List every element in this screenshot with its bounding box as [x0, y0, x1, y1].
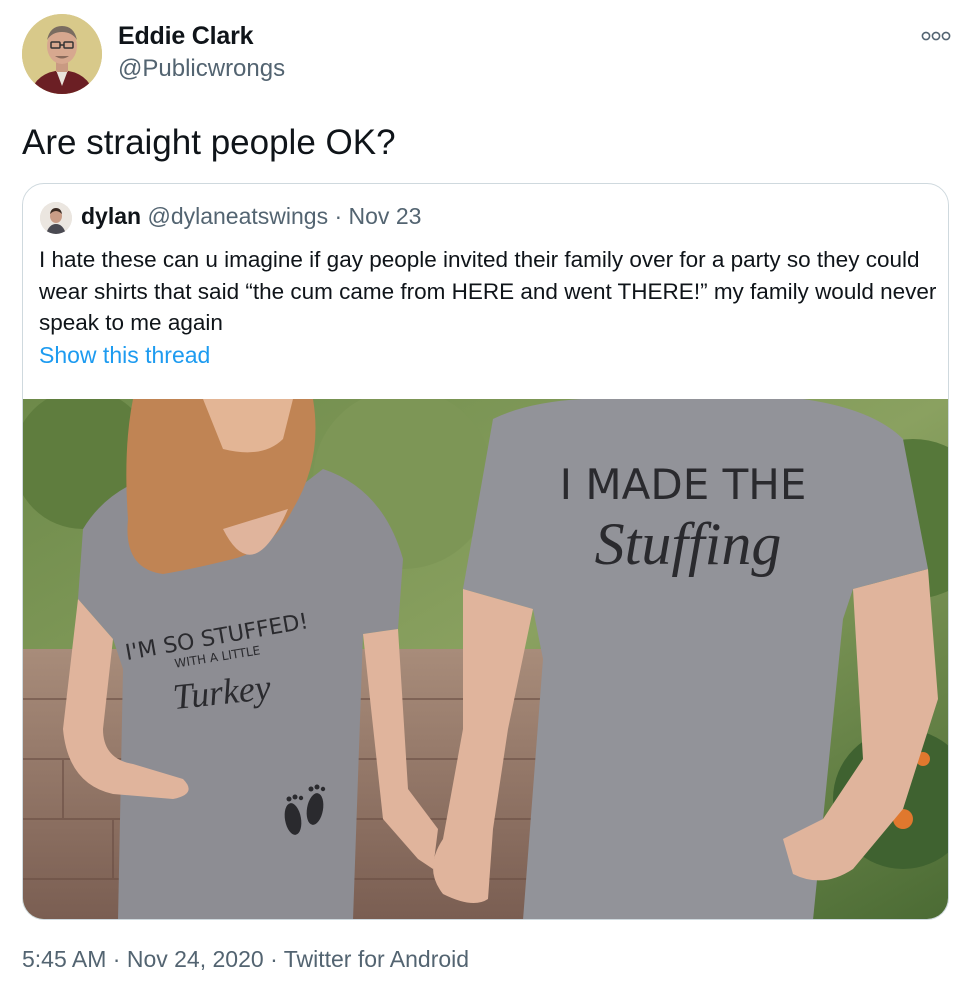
tweet-date[interactable]: Nov 24, 2020	[127, 946, 264, 972]
quoted-tweet-card[interactable]: dylan @dylaneatswings · Nov 23 I hate th…	[22, 183, 949, 920]
show-thread-link[interactable]: Show this thread	[39, 342, 210, 369]
quoted-display-name[interactable]: dylan	[81, 203, 141, 229]
author-avatar[interactable]	[22, 14, 102, 94]
quoted-date[interactable]: Nov 23	[349, 203, 422, 229]
avatar-person-icon	[40, 202, 72, 234]
author-display-name[interactable]: Eddie Clark	[118, 22, 254, 51]
more-options-button[interactable]	[916, 24, 956, 48]
header-separator: ·	[334, 203, 343, 229]
more-options-icon	[921, 31, 951, 41]
shirt-right-line1: I MADE THE	[560, 460, 807, 509]
tweet-time[interactable]: 5:45 AM	[22, 946, 106, 972]
author-handle[interactable]: @Publicwrongs	[118, 55, 285, 83]
quoted-tweet-text: I hate these can u imagine if gay people…	[39, 247, 937, 335]
footer-separator-2: ·	[270, 946, 278, 972]
tweet-source[interactable]: Twitter for Android	[284, 946, 469, 972]
tshirt-couple-photo: I'M SO STUFFED! WITH A LITTLE Turkey I M…	[23, 399, 948, 919]
tweet-footer: 5:45 AM · Nov 24, 2020 · Twitter for And…	[22, 946, 469, 973]
footer-separator-1: ·	[112, 946, 121, 972]
quoted-tweet-image[interactable]: I'M SO STUFFED! WITH A LITTLE Turkey I M…	[23, 399, 948, 919]
avatar-man-glasses-icon	[22, 14, 102, 94]
quoted-tweet-header: dylan @dylaneatswings · Nov 23	[81, 203, 421, 230]
tweet-text: Are straight people OK?	[22, 123, 396, 162]
shirt-right-line2: Stuffing	[595, 511, 782, 577]
quoted-handle[interactable]: @dylaneatswings	[147, 203, 328, 229]
quoted-author-avatar	[40, 202, 72, 234]
